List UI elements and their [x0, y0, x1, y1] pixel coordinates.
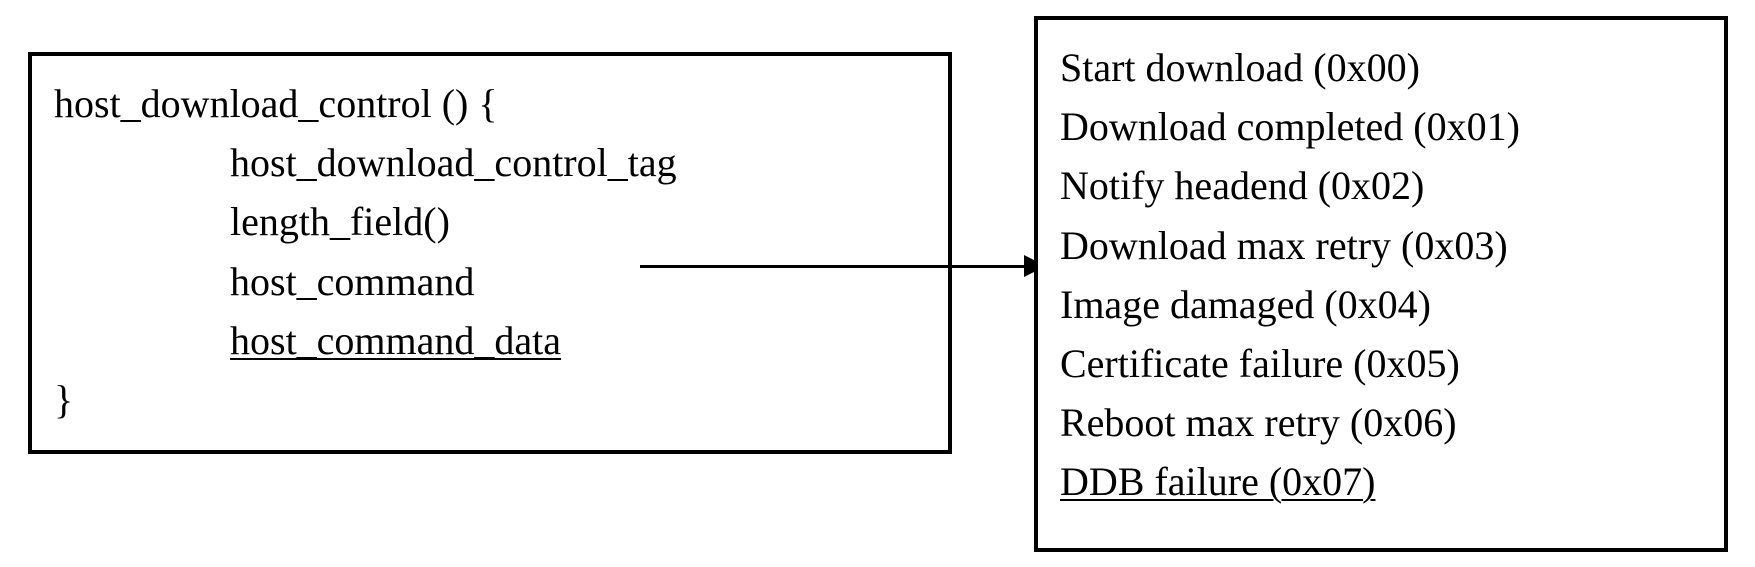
command-value-3: Download max retry (0x03) [1060, 216, 1702, 275]
struct-field-command-text: host_command [230, 259, 474, 304]
command-value-5: Certificate failure (0x05) [1060, 334, 1702, 393]
command-value-6: Reboot max retry (0x06) [1060, 393, 1702, 452]
fn-close: } [54, 370, 926, 429]
command-values-box: Start download (0x00) Download completed… [1034, 16, 1728, 552]
struct-definition-box: host_download_control () { host_download… [28, 52, 952, 454]
struct-field-length: length_field() [54, 192, 926, 251]
command-value-1: Download completed (0x01) [1060, 97, 1702, 156]
struct-field-command-data-text: host_command_data [230, 318, 561, 363]
fn-open: host_download_control () { [54, 74, 926, 133]
struct-field-command-data: host_command_data [54, 311, 926, 370]
struct-field-tag-text: host_download_control_tag [230, 140, 677, 185]
command-value-0: Start download (0x00) [1060, 38, 1702, 97]
command-value-2: Notify headend (0x02) [1060, 156, 1702, 215]
struct-field-length-text: length_field() [230, 199, 450, 244]
struct-field-tag: host_download_control_tag [54, 133, 926, 192]
command-value-4: Image damaged (0x04) [1060, 275, 1702, 334]
struct-field-command: host_command [54, 252, 926, 311]
command-value-7: DDB failure (0x07) [1060, 452, 1702, 511]
